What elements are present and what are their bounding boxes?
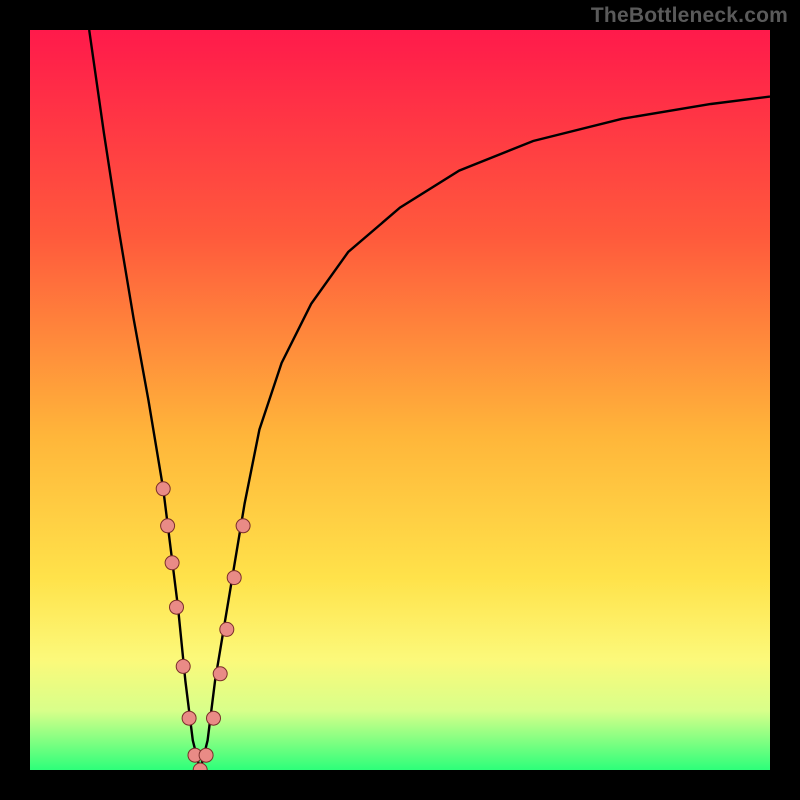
data-marker xyxy=(213,667,227,681)
data-marker xyxy=(220,622,234,636)
data-marker xyxy=(182,711,196,725)
chart-background xyxy=(30,30,770,770)
data-marker xyxy=(227,571,241,585)
data-marker xyxy=(199,748,213,762)
plot-area xyxy=(30,30,770,770)
data-marker xyxy=(161,519,175,533)
data-marker xyxy=(176,659,190,673)
data-marker xyxy=(207,711,221,725)
data-marker xyxy=(165,556,179,570)
chart-frame: TheBottleneck.com xyxy=(0,0,800,800)
data-marker xyxy=(156,482,170,496)
data-marker xyxy=(236,519,250,533)
chart-svg xyxy=(30,30,770,770)
watermark-text: TheBottleneck.com xyxy=(591,4,788,28)
data-marker xyxy=(170,600,184,614)
